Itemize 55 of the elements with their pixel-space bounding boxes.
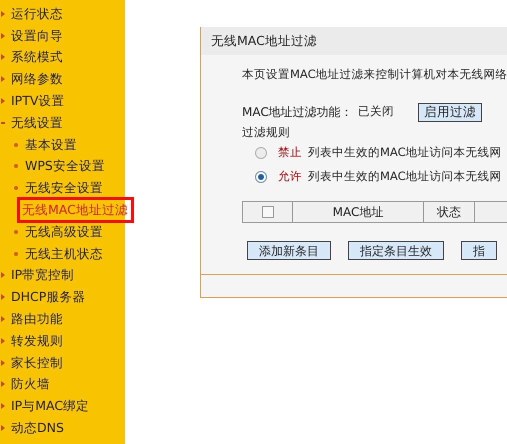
bullet-icon [14,186,18,190]
bullet-icon [14,164,18,168]
menu-item[interactable]: 无线高级设置 [25,222,103,241]
menu-item[interactable]: 家长控制 [11,354,63,372]
radio-button[interactable] [255,147,267,159]
description-text: 本页设置MAC地址过滤来控制计算机对本无线网络 [242,66,507,83]
action-button[interactable]: 指定条目生效 [348,241,444,260]
arrow-icon [1,10,5,17]
function-label: MAC地址过滤功能： [242,104,354,121]
menu-item[interactable]: 转发规则 [11,332,63,350]
menu-item[interactable]: 系统模式 [11,48,63,66]
menu-item[interactable]: 路由功能 [11,310,63,328]
arrow-icon [1,316,5,322]
arrow-icon [1,294,5,300]
arrow-icon [1,338,5,344]
menu-item[interactable]: 网络参数 [11,70,63,88]
arrow-icon [1,98,5,104]
radio-button[interactable] [255,171,267,183]
arrow-icon [1,76,5,82]
menu-item[interactable]: 无线设置 [11,114,63,132]
checkbox[interactable] [262,206,274,218]
menu-item[interactable]: DHCP服务器 [11,288,86,306]
menu-item[interactable]: 基本设置 [25,136,77,154]
bullet-icon [14,252,18,256]
rule-action: 允许 [278,168,302,186]
rule-text: 列表中生效的MAC地址访问本无线网 [308,168,502,186]
menu-item[interactable]: 防火墙 [11,375,50,394]
menu-item[interactable]: WPS安全设置 [25,157,105,176]
bullet-icon [14,142,18,147]
column-header: 状态 [437,204,461,221]
action-button[interactable]: 添加新条目 [247,241,331,260]
rule-action: 禁止 [278,144,302,162]
menu-item[interactable]: 动态DNS [11,419,64,438]
action-button[interactable]: 指 [461,241,497,260]
menu-item[interactable]: 无线主机状态 [25,244,103,263]
arrow-icon [1,32,5,39]
menu-item[interactable]: 设置向导 [11,26,63,45]
arrow-icon [1,54,5,60]
panel-title: 无线MAC地址过滤 [211,32,317,50]
menu-item[interactable]: 无线安全设置 [25,179,103,198]
arrow-icon [1,272,5,278]
enable-filter-button[interactable]: 启用过滤 [418,102,482,122]
rule-text: 列表中生效的MAC地址访问本无线网 [308,144,502,162]
arrow-icon [1,425,5,432]
menu-item[interactable]: IPTV设置 [11,92,64,110]
status-text: 已关闭 [358,103,395,120]
arrow-icon [1,381,5,388]
menu-item[interactable]: 运行状态 [11,4,63,23]
menu-item[interactable]: IP与MAC绑定 [11,397,90,416]
arrow-icon [1,360,5,366]
rules-label: 过滤规则 [242,124,291,141]
bullet-icon [14,230,18,234]
column-header: MAC地址 [332,204,384,221]
arrow-icon [1,403,5,410]
menu-item[interactable]: IP带宽控制 [11,266,74,284]
